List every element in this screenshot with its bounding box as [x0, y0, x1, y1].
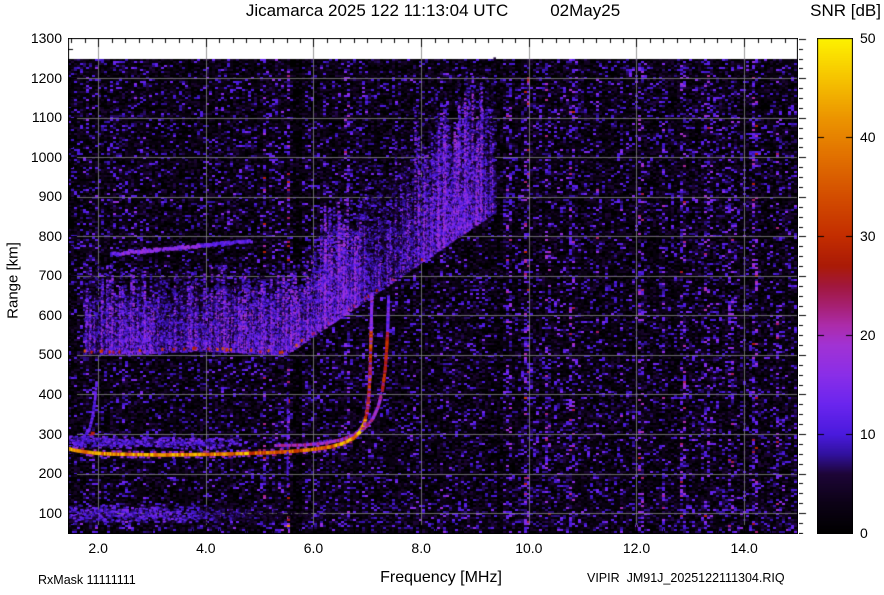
- y-tick-label: 800: [38, 227, 62, 244]
- y-tick-label: 1100: [31, 109, 62, 126]
- y-tick-label: 900: [38, 188, 62, 205]
- title-station-time: Jicamarca 2025 122 11:13:04 UTC: [245, 1, 509, 20]
- ionogram-heatmap: [68, 38, 798, 534]
- x-tick-label: 4.0: [196, 540, 216, 556]
- y-tick-label: 100: [38, 504, 62, 521]
- colorbar-tick-label: 40: [860, 128, 876, 145]
- colorbar-tick-label: 0: [860, 524, 868, 541]
- x-tick-label: 2.0: [88, 540, 108, 556]
- colorbar-tick-label: 30: [860, 227, 876, 244]
- y-tick-label: 500: [38, 346, 62, 363]
- y-tick-label: 200: [38, 465, 62, 482]
- title-date: 02May25: [550, 1, 621, 20]
- plot-title: Jicamarca 2025 122 11:13:04 UTC 02May25: [68, 1, 798, 21]
- ionogram-screenshot: Jicamarca 2025 122 11:13:04 UTC 02May25 …: [0, 0, 884, 595]
- colorbar-title: SNR [dB]: [810, 1, 881, 20]
- x-tick-label: 6.0: [303, 540, 324, 556]
- y-tick-label: 300: [38, 425, 62, 442]
- x-tick-label: 10.0: [515, 540, 543, 556]
- y-tick-label: 1300: [30, 30, 62, 47]
- y-tick-label: 700: [38, 267, 62, 284]
- x-tick-label: 14.0: [730, 540, 758, 556]
- y-tick-label: 1000: [30, 148, 62, 165]
- x-tick-label: 12.0: [622, 540, 651, 556]
- colorbar-tick-label: 20: [860, 326, 876, 343]
- colorbar-tick-label: 10: [860, 425, 876, 442]
- data-file-text: VIPIR JM91J_2025122111304.RIQ: [587, 571, 785, 585]
- rx-mask-text: RxMask 11111111: [38, 573, 136, 587]
- snr-colorbar: [817, 38, 853, 534]
- y-tick-label: 1200: [30, 69, 62, 86]
- y-tick-label: 400: [38, 385, 62, 402]
- x-tick-label: 8.0: [411, 540, 431, 556]
- y-tick-label: 600: [38, 306, 62, 323]
- right-axis-ticks: [799, 38, 809, 534]
- colorbar-tick-label: 50: [860, 29, 876, 46]
